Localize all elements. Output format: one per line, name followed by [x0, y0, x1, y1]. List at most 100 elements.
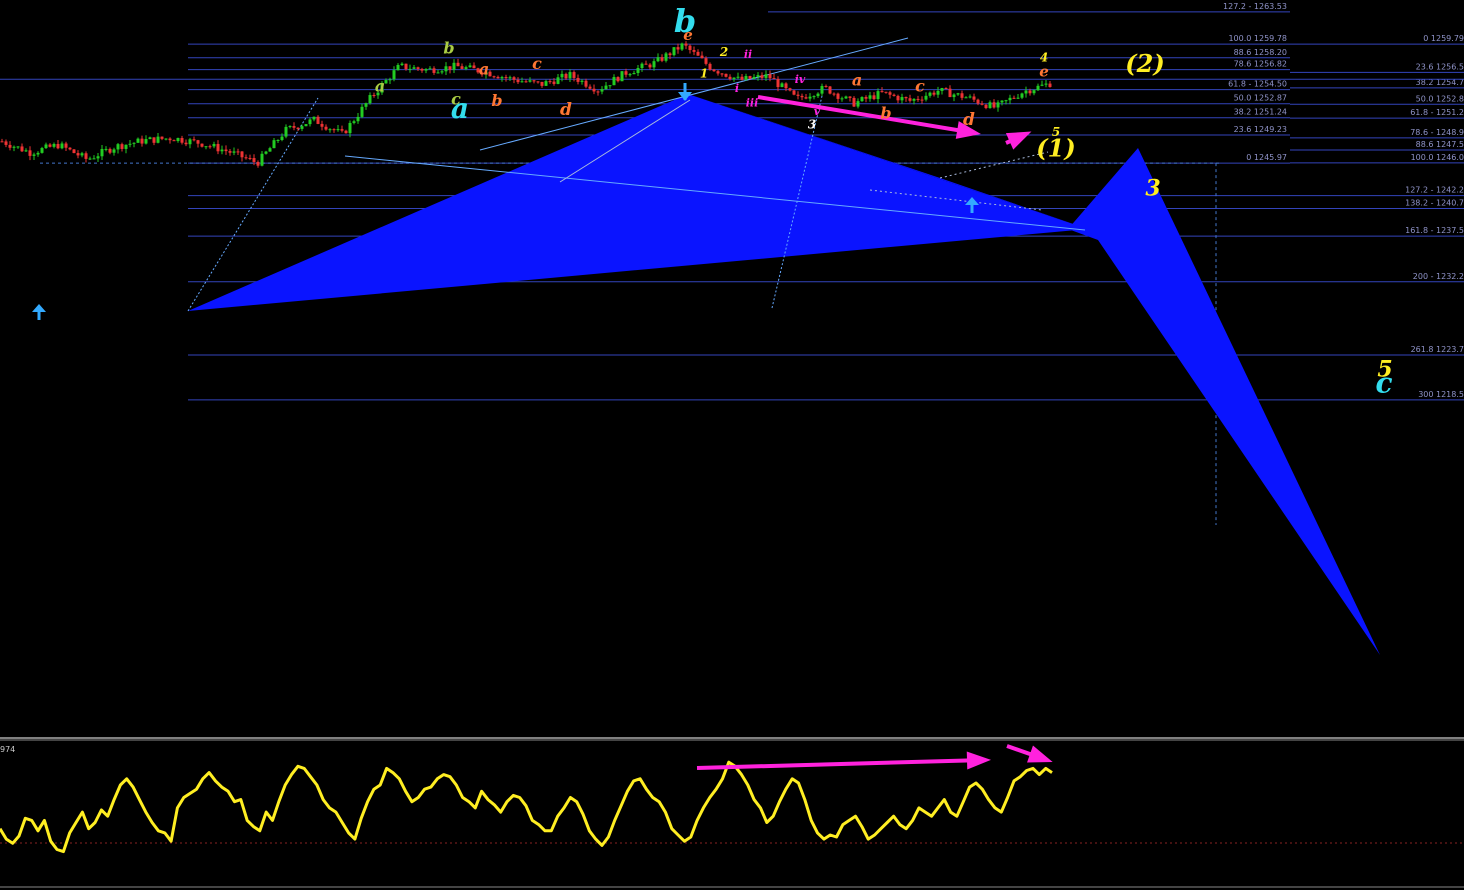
candle-body	[528, 80, 532, 82]
candle-body	[412, 67, 416, 69]
candle-body	[64, 143, 68, 148]
wave-label: 2	[719, 45, 728, 59]
candle-body	[572, 72, 576, 78]
candle-body	[60, 143, 64, 149]
candle-body	[456, 62, 460, 67]
candle-body	[352, 121, 356, 123]
candle-body	[248, 157, 252, 159]
candle-body	[28, 150, 32, 156]
candle-body	[128, 143, 132, 145]
candle-body	[16, 146, 20, 148]
candle-body	[624, 71, 628, 75]
candle-body	[292, 126, 296, 128]
candle-body	[80, 153, 84, 156]
wave-label: (1)	[1036, 133, 1075, 162]
candle-body	[76, 153, 80, 156]
candle-body	[820, 85, 824, 94]
wave-label: iv	[795, 73, 806, 86]
candle-body	[472, 65, 476, 69]
candle-body	[648, 64, 652, 68]
candle-body	[864, 97, 868, 99]
candle-body	[976, 99, 980, 104]
wave-label: a	[852, 71, 862, 90]
candle-body	[576, 77, 580, 82]
candle-body	[772, 78, 776, 80]
candle-body	[788, 88, 792, 91]
candle-body	[580, 80, 584, 82]
candle-body	[988, 102, 992, 109]
candle-body	[252, 158, 256, 162]
candle-body	[112, 149, 116, 153]
fib-level-label: 23.6 1249.23	[1234, 125, 1287, 134]
candle-body	[256, 161, 260, 166]
candle-body	[748, 76, 752, 79]
candle-body	[524, 81, 528, 83]
candle-body	[740, 76, 744, 80]
candle-body	[0, 141, 4, 143]
fib-level-label: 100.0 1246.0	[1411, 153, 1464, 162]
wave-label: v	[814, 105, 821, 118]
candle-body	[508, 77, 512, 79]
candle-body	[392, 70, 396, 80]
candle-body	[1036, 85, 1040, 91]
candle-body	[612, 77, 616, 86]
candle-body	[216, 143, 220, 152]
candle-body	[584, 80, 588, 87]
candle-body	[448, 66, 452, 70]
candle-body	[832, 93, 836, 95]
fib-level-label: 261.8 1223.7	[1411, 345, 1464, 354]
fib-level-label: 78.6 - 1248.9	[1410, 128, 1464, 137]
wave-label: e	[683, 26, 693, 44]
fib-level-label: 38.2 1251.24	[1234, 108, 1287, 117]
candle-body	[608, 85, 612, 87]
candle-body	[716, 71, 720, 74]
wave-label: (2)	[1125, 49, 1164, 78]
candle-body	[960, 93, 964, 98]
candle-body	[860, 97, 864, 102]
candle-body	[620, 71, 624, 82]
candle-body	[360, 106, 364, 117]
candle-body	[180, 137, 184, 143]
fib-level-label: 127.2 - 1263.53	[1223, 2, 1287, 11]
candle-body	[84, 153, 88, 159]
candle-body	[296, 127, 300, 129]
candle-body	[904, 97, 908, 99]
candle-body	[924, 95, 928, 100]
candle-body	[1020, 93, 1024, 98]
candle-body	[320, 123, 324, 127]
candle-body	[632, 73, 636, 75]
fib-level-label: 88.6 1247.5	[1416, 140, 1464, 149]
candle-body	[596, 91, 600, 93]
candle-body	[116, 144, 120, 150]
candle-body	[928, 92, 932, 96]
candle-body	[312, 116, 316, 120]
candle-body	[888, 92, 892, 95]
candle-body	[676, 47, 680, 50]
wave-label: a	[375, 77, 385, 96]
fib-level-label: 300 1218.5	[1418, 390, 1464, 399]
candle-body	[1040, 84, 1044, 86]
wave-label: b	[443, 39, 454, 58]
candle-body	[132, 142, 136, 144]
candle-body	[560, 73, 564, 78]
candle-body	[44, 144, 48, 149]
candle-body	[980, 103, 984, 105]
fib-level-label: 61.8 - 1251.2	[1410, 108, 1464, 117]
candle-body	[724, 73, 728, 77]
candle-body	[688, 45, 692, 51]
candle-body	[732, 77, 736, 80]
wave-label: e	[1039, 62, 1049, 80]
candle-body	[964, 97, 968, 99]
candle-body	[436, 72, 440, 74]
candle-body	[280, 136, 284, 140]
candle-body	[536, 81, 540, 83]
candle-body	[136, 138, 140, 143]
candle-body	[144, 139, 148, 144]
candle-body	[792, 90, 796, 95]
candle-body	[56, 143, 60, 149]
candle-body	[164, 138, 168, 140]
candle-body	[512, 77, 516, 80]
wave-label: b	[491, 91, 502, 110]
candle-body	[812, 96, 816, 98]
candle-body	[324, 126, 328, 130]
